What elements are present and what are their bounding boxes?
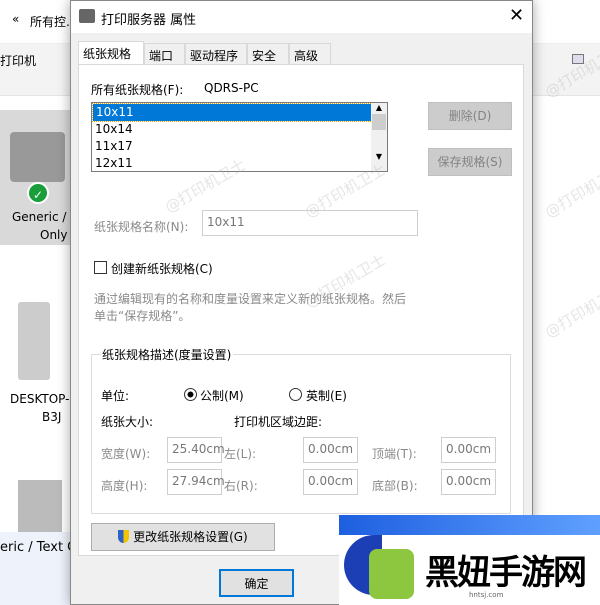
logo-subtext: hntsj.com — [469, 591, 504, 599]
watermark: @打印机卫士 — [541, 280, 600, 342]
metric-radio[interactable] — [184, 388, 197, 401]
create-new-checkbox[interactable] — [94, 261, 107, 274]
device-label: DESKTOP- — [10, 392, 70, 406]
device-generic-2[interactable]: eric / Text O — [0, 470, 70, 605]
uac-shield-icon — [118, 530, 130, 543]
ok-button[interactable]: 确定 — [219, 569, 294, 597]
logo-text: 黑妞手游网 — [425, 553, 587, 593]
list-item[interactable]: 11x17 — [92, 138, 387, 155]
delete-button[interactable]: 删除(D) — [428, 102, 512, 130]
left-input[interactable]: 0.00cm — [303, 437, 358, 463]
width-input[interactable]: 25.40cm — [167, 437, 225, 463]
device-generic-selected[interactable]: ✓ Generic / Only — [0, 110, 70, 245]
left-label: 左(L): — [224, 447, 257, 461]
watermark: @打印机卫士 — [541, 160, 600, 222]
device-label: Generic / — [12, 210, 67, 224]
change-form-settings-button[interactable]: 更改纸张规格设置(G) — [91, 523, 275, 551]
height-input[interactable]: 27.94cm — [167, 469, 225, 495]
forms-panel: 所有纸张规格(F): QDRS-PC 10x11 10x14 11x17 12x… — [78, 64, 524, 556]
toolbar-printers[interactable]: 打印机 — [0, 52, 36, 69]
bottom-input[interactable]: 0.00cm — [441, 469, 496, 495]
bottom-label: 底部(B): — [372, 479, 418, 493]
device-desktop[interactable]: DESKTOP- B3J — [0, 290, 70, 430]
title-bar: 打印服务器 属性 ✕ — [71, 1, 532, 33]
imperial-label[interactable]: 英制(E) — [306, 387, 347, 404]
tab-ports[interactable]: 端口 — [144, 43, 185, 64]
height-label: 高度(H): — [101, 479, 148, 493]
paper-size-label: 纸张大小: — [101, 415, 154, 429]
hint-text: 通过编辑现有的名称和度量设置来定义新的纸张规格。然后单击“保存规格”。 — [94, 292, 407, 323]
device-label: eric / Text O — [0, 532, 70, 605]
top-input[interactable]: 0.00cm — [441, 437, 496, 463]
list-item[interactable]: 10x11 — [92, 103, 373, 122]
site-logo: 黑妞手游网 hntsj.com — [339, 515, 600, 605]
close-icon[interactable]: ✕ — [509, 5, 524, 26]
device-label: B3J — [42, 410, 62, 424]
metric-label[interactable]: 公制(M) — [200, 387, 244, 404]
tab-advanced[interactable]: 高级 — [289, 43, 331, 64]
save-form-button[interactable]: 保存规格(S) — [428, 148, 512, 176]
scroll-thumb[interactable] — [372, 114, 386, 130]
list-item[interactable]: 10x14 — [92, 121, 387, 138]
computer-icon — [18, 302, 50, 380]
form-name-label: 纸张规格名称(N): — [94, 220, 189, 234]
printer-icon — [10, 132, 65, 182]
unit-label: 单位: — [101, 389, 130, 403]
server-icon — [18, 480, 62, 540]
group-title: 纸张规格描述(度量设置) — [100, 346, 234, 363]
imperial-radio[interactable] — [289, 388, 302, 401]
tab-drivers[interactable]: 驱动程序 — [185, 43, 247, 64]
printer-icon — [79, 9, 95, 23]
back-button[interactable]: « — [12, 12, 19, 26]
margins-label: 打印机区域边距: — [234, 415, 323, 429]
device-label: Only — [40, 228, 68, 242]
top-label: 顶端(T): — [372, 447, 417, 461]
scroll-up-icon[interactable]: ▲ — [371, 103, 387, 112]
width-label: 宽度(W): — [101, 447, 151, 461]
check-icon: ✓ — [27, 182, 49, 204]
right-label: 右(R): — [224, 479, 258, 493]
change-settings-label: 更改纸张规格设置(G) — [133, 530, 248, 544]
tab-security[interactable]: 安全 — [247, 43, 289, 64]
dialog-title: 打印服务器 属性 — [101, 13, 197, 28]
tab-forms[interactable]: 纸张规格 — [78, 41, 144, 65]
right-input[interactable]: 0.00cm — [303, 469, 358, 495]
all-forms-label: 所有纸张规格(F): — [91, 83, 184, 97]
create-new-label[interactable]: 创建新纸张规格(C) — [111, 260, 213, 277]
server-name: QDRS-PC — [204, 81, 259, 95]
form-description-group: 纸张规格描述(度量设置) 单位: 公制(M) 英制(E) 纸张大小: 打印机区域… — [91, 346, 511, 514]
